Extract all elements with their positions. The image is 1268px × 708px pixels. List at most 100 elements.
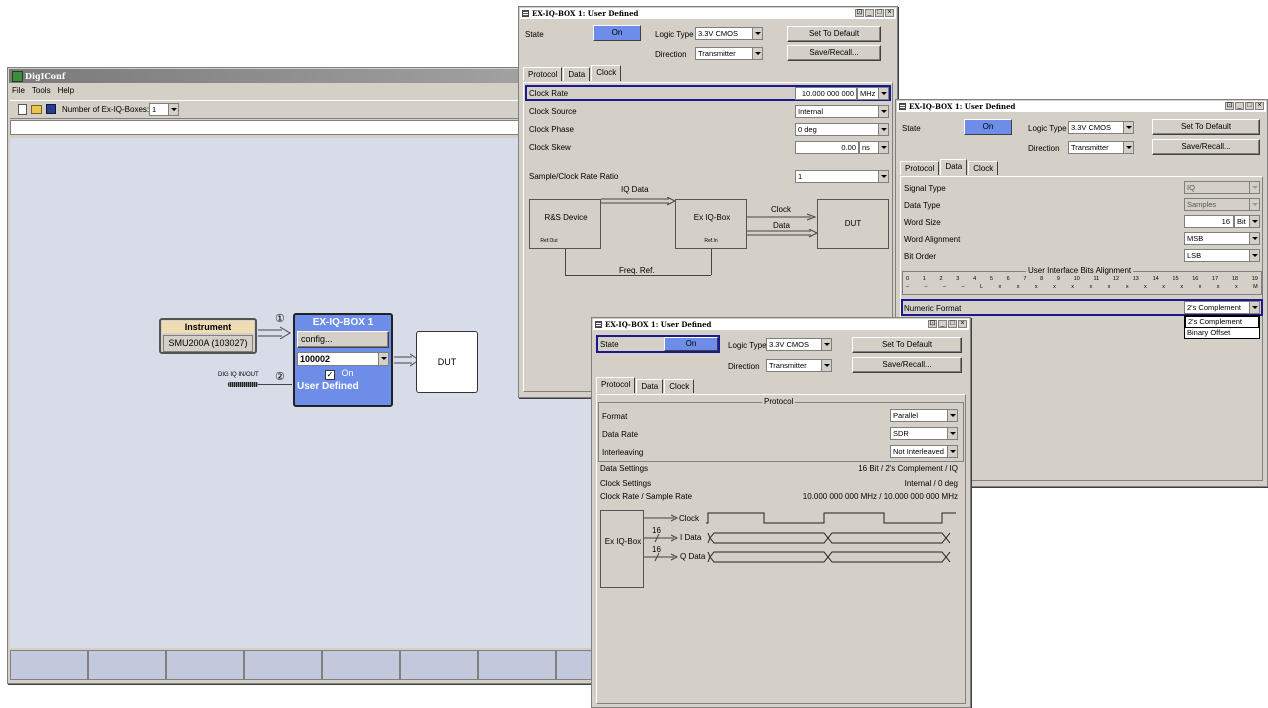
chevron-down-icon bbox=[821, 339, 831, 350]
maximize-icon[interactable]: □ bbox=[948, 320, 957, 328]
instrument-name: SMU200A (103027) bbox=[163, 335, 253, 352]
chevron-down-icon bbox=[947, 410, 957, 421]
chevron-down-icon bbox=[752, 48, 762, 59]
tab-protocol[interactable]: Protocol bbox=[900, 161, 940, 175]
q-data-waveform bbox=[707, 551, 951, 563]
new-file-icon[interactable] bbox=[18, 104, 27, 115]
on-checkbox-row[interactable]: ✓ On bbox=[325, 368, 354, 380]
data-titlebar[interactable]: EX-IQ-BOX 1: User Defined ⊡ _ □ × bbox=[897, 101, 1266, 112]
clock-rate-unit[interactable]: MHz bbox=[857, 87, 889, 100]
signal-type-select: IQ bbox=[1184, 181, 1260, 194]
data-settings-value: 16 Bit / 2's Complement / IQ bbox=[858, 464, 958, 473]
clock-source-select[interactable]: Internal bbox=[795, 105, 889, 118]
i-data-waveform bbox=[707, 532, 951, 544]
minimize-icon[interactable]: _ bbox=[1235, 102, 1244, 110]
bit-mark: x bbox=[1125, 284, 1129, 290]
save-recall-button[interactable]: Save/Recall... bbox=[787, 45, 881, 61]
option-twos-complement[interactable]: 2's Complement bbox=[1185, 316, 1259, 328]
tab-data[interactable]: Data bbox=[636, 379, 664, 393]
set-to-default-button[interactable]: Set To Default bbox=[852, 337, 962, 353]
word-align-select[interactable]: MSB bbox=[1184, 232, 1260, 245]
minimize-icon[interactable]: _ bbox=[938, 320, 947, 328]
save-disk-icon[interactable] bbox=[46, 104, 56, 114]
direction-select[interactable]: Transmitter bbox=[695, 47, 763, 60]
word-size-input[interactable]: 16 bbox=[1184, 215, 1234, 228]
on-checkbox[interactable]: ✓ bbox=[325, 370, 335, 380]
numeric-format-select[interactable]: 2's Complement bbox=[1184, 301, 1260, 314]
chevron-down-icon bbox=[878, 142, 888, 153]
tab-clock[interactable]: Clock bbox=[591, 65, 622, 81]
bit-mark: x bbox=[998, 284, 1002, 290]
bit-number: 19 bbox=[1251, 276, 1258, 282]
clock-skew-unit[interactable]: ns bbox=[859, 141, 889, 154]
interleaving-select[interactable]: Not Interleaved bbox=[890, 445, 958, 458]
clock-rate-label: Clock Rate bbox=[529, 89, 569, 98]
ex-box-label: Ex IQ-Box bbox=[693, 213, 731, 222]
tab-data[interactable]: Data bbox=[940, 159, 968, 175]
freq-ref-bottom-line bbox=[565, 275, 711, 276]
option-binary-offset[interactable]: Binary Offset bbox=[1185, 328, 1259, 338]
logic-type-select[interactable]: 3.3V CMOS bbox=[766, 338, 832, 351]
help-icon[interactable]: ⊡ bbox=[855, 9, 864, 17]
clock-skew-input[interactable]: 0.00 bbox=[795, 141, 859, 154]
save-recall-button[interactable]: Save/Recall... bbox=[1152, 139, 1260, 155]
word-size-unit[interactable]: Bit bbox=[1234, 215, 1260, 228]
tab-clock[interactable]: Clock bbox=[664, 379, 695, 393]
chevron-down-icon bbox=[168, 104, 178, 115]
numeric-format-label: Numeric Format bbox=[904, 304, 962, 313]
config-button[interactable]: config... bbox=[297, 331, 389, 348]
minimize-icon[interactable]: _ bbox=[865, 9, 874, 17]
bit-order-select[interactable]: LSB bbox=[1184, 249, 1260, 262]
logic-type-select[interactable]: 3.3V CMOS bbox=[695, 27, 763, 40]
clock-titlebar[interactable]: EX-IQ-BOX 1: User Defined ⊡ _ □ × bbox=[520, 8, 896, 19]
set-to-default-button[interactable]: Set To Default bbox=[787, 26, 881, 42]
serial-select[interactable]: 100002 bbox=[297, 352, 389, 366]
state-on-button[interactable]: On bbox=[664, 337, 718, 351]
num-boxes-label: Number of Ex-IQ-Boxes: bbox=[62, 105, 150, 114]
bit-mark: x bbox=[1144, 284, 1147, 290]
protocol-titlebar[interactable]: EX-IQ-BOX 1: User Defined ⊡ _ □ × bbox=[593, 319, 969, 330]
ratio-select[interactable]: 1 bbox=[795, 170, 889, 183]
menu-file[interactable]: File bbox=[12, 86, 25, 95]
format-select[interactable]: Parallel bbox=[890, 409, 958, 422]
num-boxes-select[interactable]: 1 bbox=[149, 103, 179, 116]
numeric-format-dropdown[interactable]: 2's Complement Binary Offset bbox=[1184, 315, 1260, 339]
maximize-icon[interactable]: □ bbox=[875, 9, 884, 17]
data-rate-label: Data Rate bbox=[602, 430, 639, 439]
open-folder-icon[interactable] bbox=[31, 105, 42, 114]
on-label: On bbox=[341, 368, 354, 378]
help-icon[interactable]: ⊡ bbox=[928, 320, 937, 328]
menu-tools[interactable]: Tools bbox=[32, 86, 51, 95]
logic-type-select[interactable]: 3.3V CMOS bbox=[1068, 121, 1134, 134]
close-icon[interactable]: × bbox=[958, 320, 967, 328]
direction-select[interactable]: Transmitter bbox=[1068, 141, 1134, 154]
close-icon[interactable]: × bbox=[1255, 102, 1264, 110]
help-icon[interactable]: ⊡ bbox=[1225, 102, 1234, 110]
ex-iq-box-block[interactable]: EX-IQ-BOX 1 config... 100002 ✓ On User D… bbox=[293, 313, 393, 407]
menu-help[interactable]: Help bbox=[58, 86, 74, 95]
chevron-down-icon bbox=[378, 353, 388, 365]
clock-settings-label: Clock Settings bbox=[600, 479, 652, 488]
dut-block[interactable]: DUT bbox=[416, 331, 478, 393]
state-on-button[interactable]: On bbox=[964, 119, 1012, 135]
clock-rate-input[interactable]: 10.000 000 000 bbox=[795, 87, 857, 100]
clock-phase-select[interactable]: 0 deg bbox=[795, 123, 889, 136]
tab-protocol[interactable]: Protocol bbox=[523, 67, 563, 81]
tab-protocol[interactable]: Protocol bbox=[596, 377, 636, 393]
cable-line bbox=[258, 384, 292, 385]
timing-i-arrow bbox=[644, 533, 679, 543]
instrument-block[interactable]: Instrument SMU200A (103027) bbox=[159, 318, 257, 354]
tab-clock[interactable]: Clock bbox=[968, 161, 999, 175]
close-icon[interactable]: × bbox=[885, 9, 894, 17]
save-recall-button[interactable]: Save/Recall... bbox=[852, 357, 962, 373]
word-align-label: Word Alignment bbox=[904, 235, 961, 244]
state-on-button[interactable]: On bbox=[593, 25, 641, 41]
maximize-icon[interactable]: □ bbox=[1245, 102, 1254, 110]
tab-data[interactable]: Data bbox=[563, 67, 591, 81]
bit-order-label: Bit Order bbox=[904, 252, 937, 261]
bit-number: 15 bbox=[1172, 276, 1179, 282]
set-to-default-button[interactable]: Set To Default bbox=[1152, 119, 1260, 135]
format-label: Format bbox=[602, 412, 628, 421]
direction-select[interactable]: Transmitter bbox=[766, 359, 832, 372]
data-rate-select[interactable]: SDR bbox=[890, 427, 958, 440]
